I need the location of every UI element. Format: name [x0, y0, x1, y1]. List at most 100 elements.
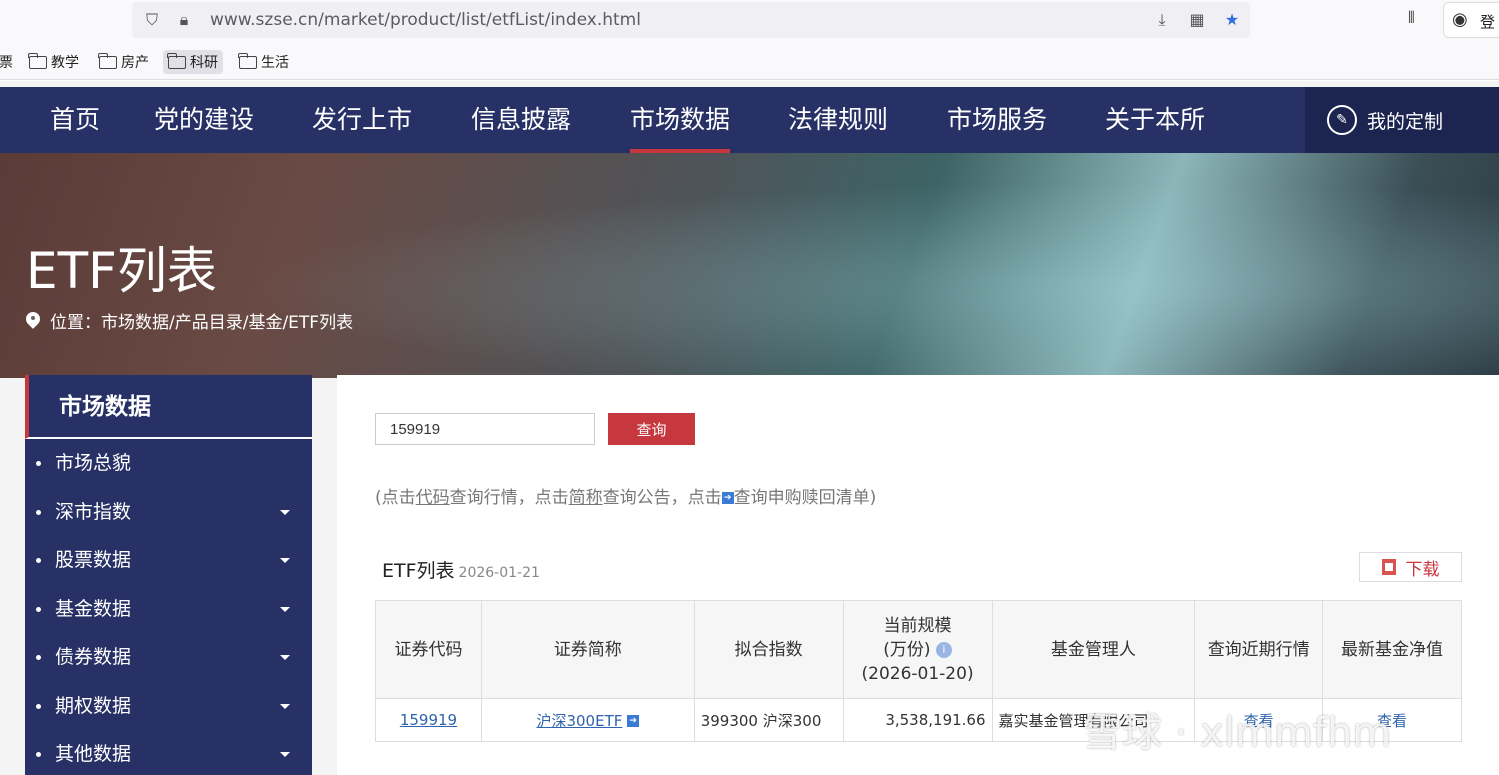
nav-item-about[interactable]: 关于本所: [1105, 87, 1205, 153]
cell-index: 399300 沪深300: [693, 698, 844, 742]
address-bar[interactable]: ⛉ 🔒︎ www.szse.cn/market/product/list/etf…: [132, 2, 1250, 38]
bookmark-label: 房产: [121, 55, 149, 71]
folder-icon: [28, 52, 47, 69]
nav-item-disclosure[interactable]: 信息披露: [471, 87, 571, 153]
library-icon[interactable]: ⫴: [1408, 8, 1415, 28]
nav-link[interactable]: 查看: [1377, 712, 1407, 730]
info-icon[interactable]: i: [935, 641, 952, 658]
breadcrumb: 位置：市场数据/产品目录/基金/ETF列表: [26, 308, 353, 333]
bookmark-item[interactable]: 票: [0, 50, 18, 74]
arrow-square-icon: ➔: [721, 492, 734, 504]
sidebar-item-stock[interactable]: 股票数据: [25, 536, 312, 585]
search-button[interactable]: 查询: [608, 413, 695, 445]
nav-item-party[interactable]: 党的建设: [154, 87, 254, 153]
code-link[interactable]: 159919: [400, 711, 457, 729]
table-row: 159919 沪深300ETF ➔ 399300 沪深300 3,538,191…: [375, 698, 1462, 742]
cell-name: 沪深300ETF ➔: [480, 698, 695, 742]
account-label: 登: [1480, 13, 1496, 31]
sidebar-item-other[interactable]: 其他数据: [25, 730, 312, 775]
bullet-icon: [36, 461, 41, 466]
my-custom-button[interactable]: ✎ 我的定制: [1305, 87, 1499, 153]
qr-code-icon[interactable]: ▦: [1187, 10, 1207, 30]
nav-item-listing[interactable]: 发行上市: [312, 87, 412, 153]
search-input[interactable]: [375, 413, 595, 445]
caret-down-icon[interactable]: [280, 752, 290, 757]
scale-header-line3: (2026-01-20): [861, 663, 974, 684]
nav-item-home[interactable]: 首页: [50, 87, 100, 153]
sidebar-item-label: 股票数据: [55, 549, 132, 571]
cell-code: 159919: [375, 698, 482, 742]
cell-nav: 查看: [1322, 698, 1462, 742]
name-link[interactable]: 沪深300ETF: [536, 712, 622, 730]
caret-down-icon[interactable]: [280, 558, 290, 563]
download-button[interactable]: 下载: [1359, 552, 1462, 582]
hint-text: 查询申购赎回清单): [733, 488, 877, 508]
sidebar-item-label: 深市指数: [55, 500, 132, 523]
hint-name: 简称: [568, 488, 603, 508]
usage-hint: (点击代码查询行情，点击简称查询公告，点击 ➔ 查询申购赎回清单): [375, 483, 876, 508]
col-header-index: 拟合指数: [693, 600, 844, 699]
hint-code: 代码: [415, 488, 450, 508]
redemption-list-icon[interactable]: ➔: [627, 715, 640, 727]
sidebar-item-index[interactable]: 深市指数: [25, 488, 312, 537]
nav-item-rules[interactable]: 法律规则: [788, 87, 888, 153]
sidebar-item-label: 期权数据: [55, 694, 132, 717]
hero-banner: ETF列表 位置：市场数据/产品目录/基金/ETF列表: [0, 153, 1499, 378]
sidebar-item-overview[interactable]: 市场总貌: [25, 439, 312, 488]
bookmark-star-icon[interactable]: ★: [1222, 10, 1242, 30]
table-header-row: 证券代码 证券简称 拟合指数 当前规模 (万份) i (2026-01-20) …: [375, 600, 1462, 699]
col-header-manager: 基金管理人: [991, 600, 1196, 699]
custom-label: 我的定制: [1367, 110, 1444, 133]
browser-toolbar: ⛉ 🔒︎ www.szse.cn/market/product/list/etf…: [0, 0, 1499, 44]
bookmark-folder[interactable]: 生活: [234, 50, 294, 74]
hint-text: 查询公告，点击: [602, 488, 722, 508]
account-button[interactable]: ◉ 登: [1443, 2, 1499, 38]
sidebar: 市场数据 市场总貌 深市指数 股票数据 基金数据 债券数据 期权数据 其他数据: [25, 375, 312, 775]
col-header-code: 证券代码: [375, 600, 482, 699]
sidebar-item-label: 债券数据: [55, 646, 132, 668]
hint-text: (点击: [375, 488, 416, 508]
bullet-icon: [36, 703, 41, 709]
main-content: 查询 (点击代码查询行情，点击简称查询公告，点击➔查询申购赎回清单) ETF列表…: [337, 375, 1499, 775]
sidebar-item-label: 基金数据: [55, 597, 132, 620]
nav-item-market-data[interactable]: 市场数据: [630, 87, 731, 153]
col-header-name: 证券简称: [480, 600, 695, 699]
nav-item-services[interactable]: 市场服务: [947, 87, 1047, 153]
col-header-nav: 最新基金净值: [1322, 600, 1462, 699]
sidebar-item-bond[interactable]: 债券数据: [25, 633, 312, 682]
url-text[interactable]: www.szse.cn/market/product/list/etfList/…: [210, 10, 641, 30]
breadcrumb-text: 位置：市场数据/产品目录/基金/ETF列表: [50, 313, 354, 333]
cell-scale: 3,538,191.66: [842, 698, 993, 742]
caret-down-icon[interactable]: [280, 655, 290, 660]
cell-quote: 查看: [1194, 698, 1324, 742]
bookmark-folder[interactable]: 科研: [163, 50, 223, 74]
caret-down-icon[interactable]: [280, 703, 290, 709]
shield-icon[interactable]: ⛉: [142, 10, 162, 30]
sidebar-item-fund[interactable]: 基金数据: [25, 585, 312, 634]
list-title: ETF列表: [382, 560, 455, 582]
bullet-icon: [36, 606, 41, 612]
bookmark-folder[interactable]: 房产: [94, 50, 154, 74]
bookmark-folder[interactable]: 教学: [24, 50, 84, 74]
folder-icon: [98, 52, 117, 69]
bullet-icon: [36, 509, 41, 515]
bookmark-label: 科研: [190, 55, 218, 71]
scale-header-line1: 当前规模: [883, 615, 952, 636]
caret-down-icon[interactable]: [280, 509, 290, 515]
bullet-icon: [36, 655, 41, 660]
quote-link[interactable]: 查看: [1244, 712, 1274, 730]
bullet-icon: [36, 558, 41, 563]
lock-icon[interactable]: 🔒︎: [174, 10, 194, 30]
sidebar-item-label: 市场总貌: [55, 452, 132, 474]
download-page-icon[interactable]: ⤓: [1152, 10, 1172, 30]
sidebar-item-label: 其他数据: [55, 743, 132, 765]
col-header-scale: 当前规模 (万份) i (2026-01-20): [842, 600, 993, 699]
bookmarks-bar: 票 教学 房产 科研 生活: [0, 44, 1499, 80]
folder-icon: [238, 52, 257, 69]
sidebar-item-option[interactable]: 期权数据: [25, 682, 312, 731]
list-date: 2026-01-21: [458, 565, 540, 581]
caret-down-icon[interactable]: [280, 606, 290, 612]
main-nav: 首页 党的建设 发行上市 信息披露 市场数据 法律规则 市场服务 关于本所 ✎ …: [0, 87, 1499, 153]
etf-table: 证券代码 证券简称 拟合指数 当前规模 (万份) i (2026-01-20) …: [375, 600, 1462, 742]
folder-icon: [167, 52, 186, 69]
